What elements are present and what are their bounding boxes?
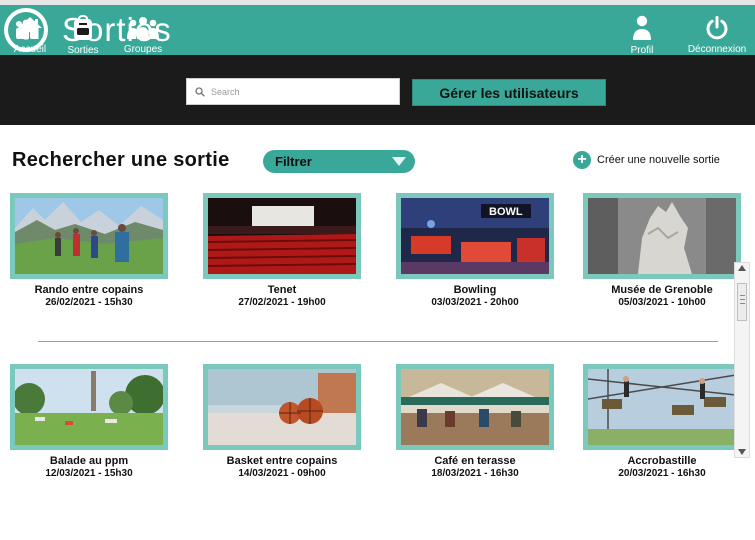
card-title: Musée de Grenoble: [611, 284, 713, 296]
card-frame: [583, 193, 741, 279]
cafe-terrace-photo: [401, 369, 549, 445]
home-icon: [18, 16, 42, 39]
outing-card[interactable]: Basket entre copains 14/03/2021 - 09h00: [203, 364, 361, 479]
scroll-down-arrow-icon[interactable]: [738, 449, 746, 455]
card-title: Accrobastille: [627, 455, 697, 467]
outing-card[interactable]: Café en terasse 18/03/2021 - 16h30: [396, 364, 554, 479]
manage-users-button[interactable]: Gérer les utilisateurs: [412, 79, 606, 106]
plus-circle-icon: +: [573, 151, 591, 169]
card-title: Café en terasse: [434, 455, 516, 467]
nav-outings-label: Sorties: [67, 44, 99, 56]
nav-home[interactable]: Accueil: [10, 0, 50, 70]
basketball-photo: [208, 369, 356, 445]
cinema-hall-photo: [208, 198, 356, 274]
museum-statue-photo: [588, 198, 736, 274]
treetop-adventure-photo: [588, 369, 736, 445]
create-outing-label: Créer une nouvelle sortie: [597, 154, 720, 166]
filter-label: Filtrer: [275, 154, 312, 169]
card-frame: BOWL: [396, 193, 554, 279]
filter-dropdown[interactable]: Filtrer: [263, 150, 415, 173]
card-date: 14/03/2021 - 09h00: [238, 468, 326, 479]
search-input[interactable]: [211, 86, 391, 97]
card-date: 26/02/2021 - 15h30: [45, 297, 133, 308]
card-title: Basket entre copains: [226, 455, 338, 467]
card-frame: [203, 364, 361, 450]
nav-groups[interactable]: Groupes: [118, 0, 168, 70]
bowling-alley-photo: BOWL: [401, 198, 549, 274]
card-frame: [396, 364, 554, 450]
outing-card[interactable]: BOWL Bowling 03/03/2021 - 20h00: [396, 193, 554, 308]
backpack-icon: [74, 14, 92, 40]
nav-profile[interactable]: Profil: [622, 0, 662, 70]
card-title: Tenet: [267, 284, 297, 296]
row-divider: [38, 341, 718, 342]
vertical-scrollbar[interactable]: [734, 262, 750, 458]
power-icon: [706, 15, 728, 39]
card-title: Balade au ppm: [49, 455, 129, 467]
card-date: 12/03/2021 - 15h30: [45, 468, 133, 479]
card-frame: [10, 364, 168, 450]
nav-logout-label: Déconnexion: [687, 43, 747, 55]
card-date: 03/03/2021 - 20h00: [431, 297, 519, 308]
page-title: Rechercher une sortie: [12, 149, 230, 171]
outing-card[interactable]: Musée de Grenoble 05/03/2021 - 10h00: [583, 193, 741, 308]
outing-card[interactable]: Rando entre copains 26/02/2021 - 15h30: [10, 193, 168, 308]
outing-card[interactable]: Accrobastille 20/03/2021 - 16h30: [583, 364, 741, 479]
card-date: 18/03/2021 - 16h30: [431, 468, 519, 479]
nav-home-label: Accueil: [13, 43, 47, 55]
scrollbar-thumb[interactable]: [737, 283, 747, 321]
card-title: Bowling: [453, 284, 497, 296]
scroll-up-arrow-icon[interactable]: [738, 265, 746, 271]
nav-groups-label: Groupes: [123, 43, 163, 55]
card-frame: [10, 193, 168, 279]
card-frame: [203, 193, 361, 279]
card-date: 20/03/2021 - 16h30: [618, 468, 706, 479]
search-box[interactable]: [186, 78, 400, 105]
card-date: 05/03/2021 - 10h00: [618, 297, 706, 308]
card-date: 27/02/2021 - 19h00: [238, 297, 326, 308]
create-outing-button[interactable]: + Créer une nouvelle sortie: [573, 151, 720, 169]
nav-logout[interactable]: Déconnexion: [682, 0, 752, 70]
groups-icon: [127, 16, 159, 39]
mountain-hike-photo: [15, 198, 163, 274]
profile-icon: [633, 15, 651, 40]
nav-outings[interactable]: Sorties: [62, 0, 104, 70]
card-title: Rando entre copains: [34, 284, 144, 296]
nav-profile-label: Profil: [630, 44, 654, 56]
bowling-sign-text: BOWL: [489, 206, 523, 218]
park-walk-photo: [15, 369, 163, 445]
caret-down-icon: [392, 157, 406, 166]
card-frame: [583, 364, 741, 450]
outing-card[interactable]: Tenet 27/02/2021 - 19h00: [203, 193, 361, 308]
outing-card[interactable]: Balade au ppm 12/03/2021 - 15h30: [10, 364, 168, 479]
search-icon: [195, 86, 205, 97]
